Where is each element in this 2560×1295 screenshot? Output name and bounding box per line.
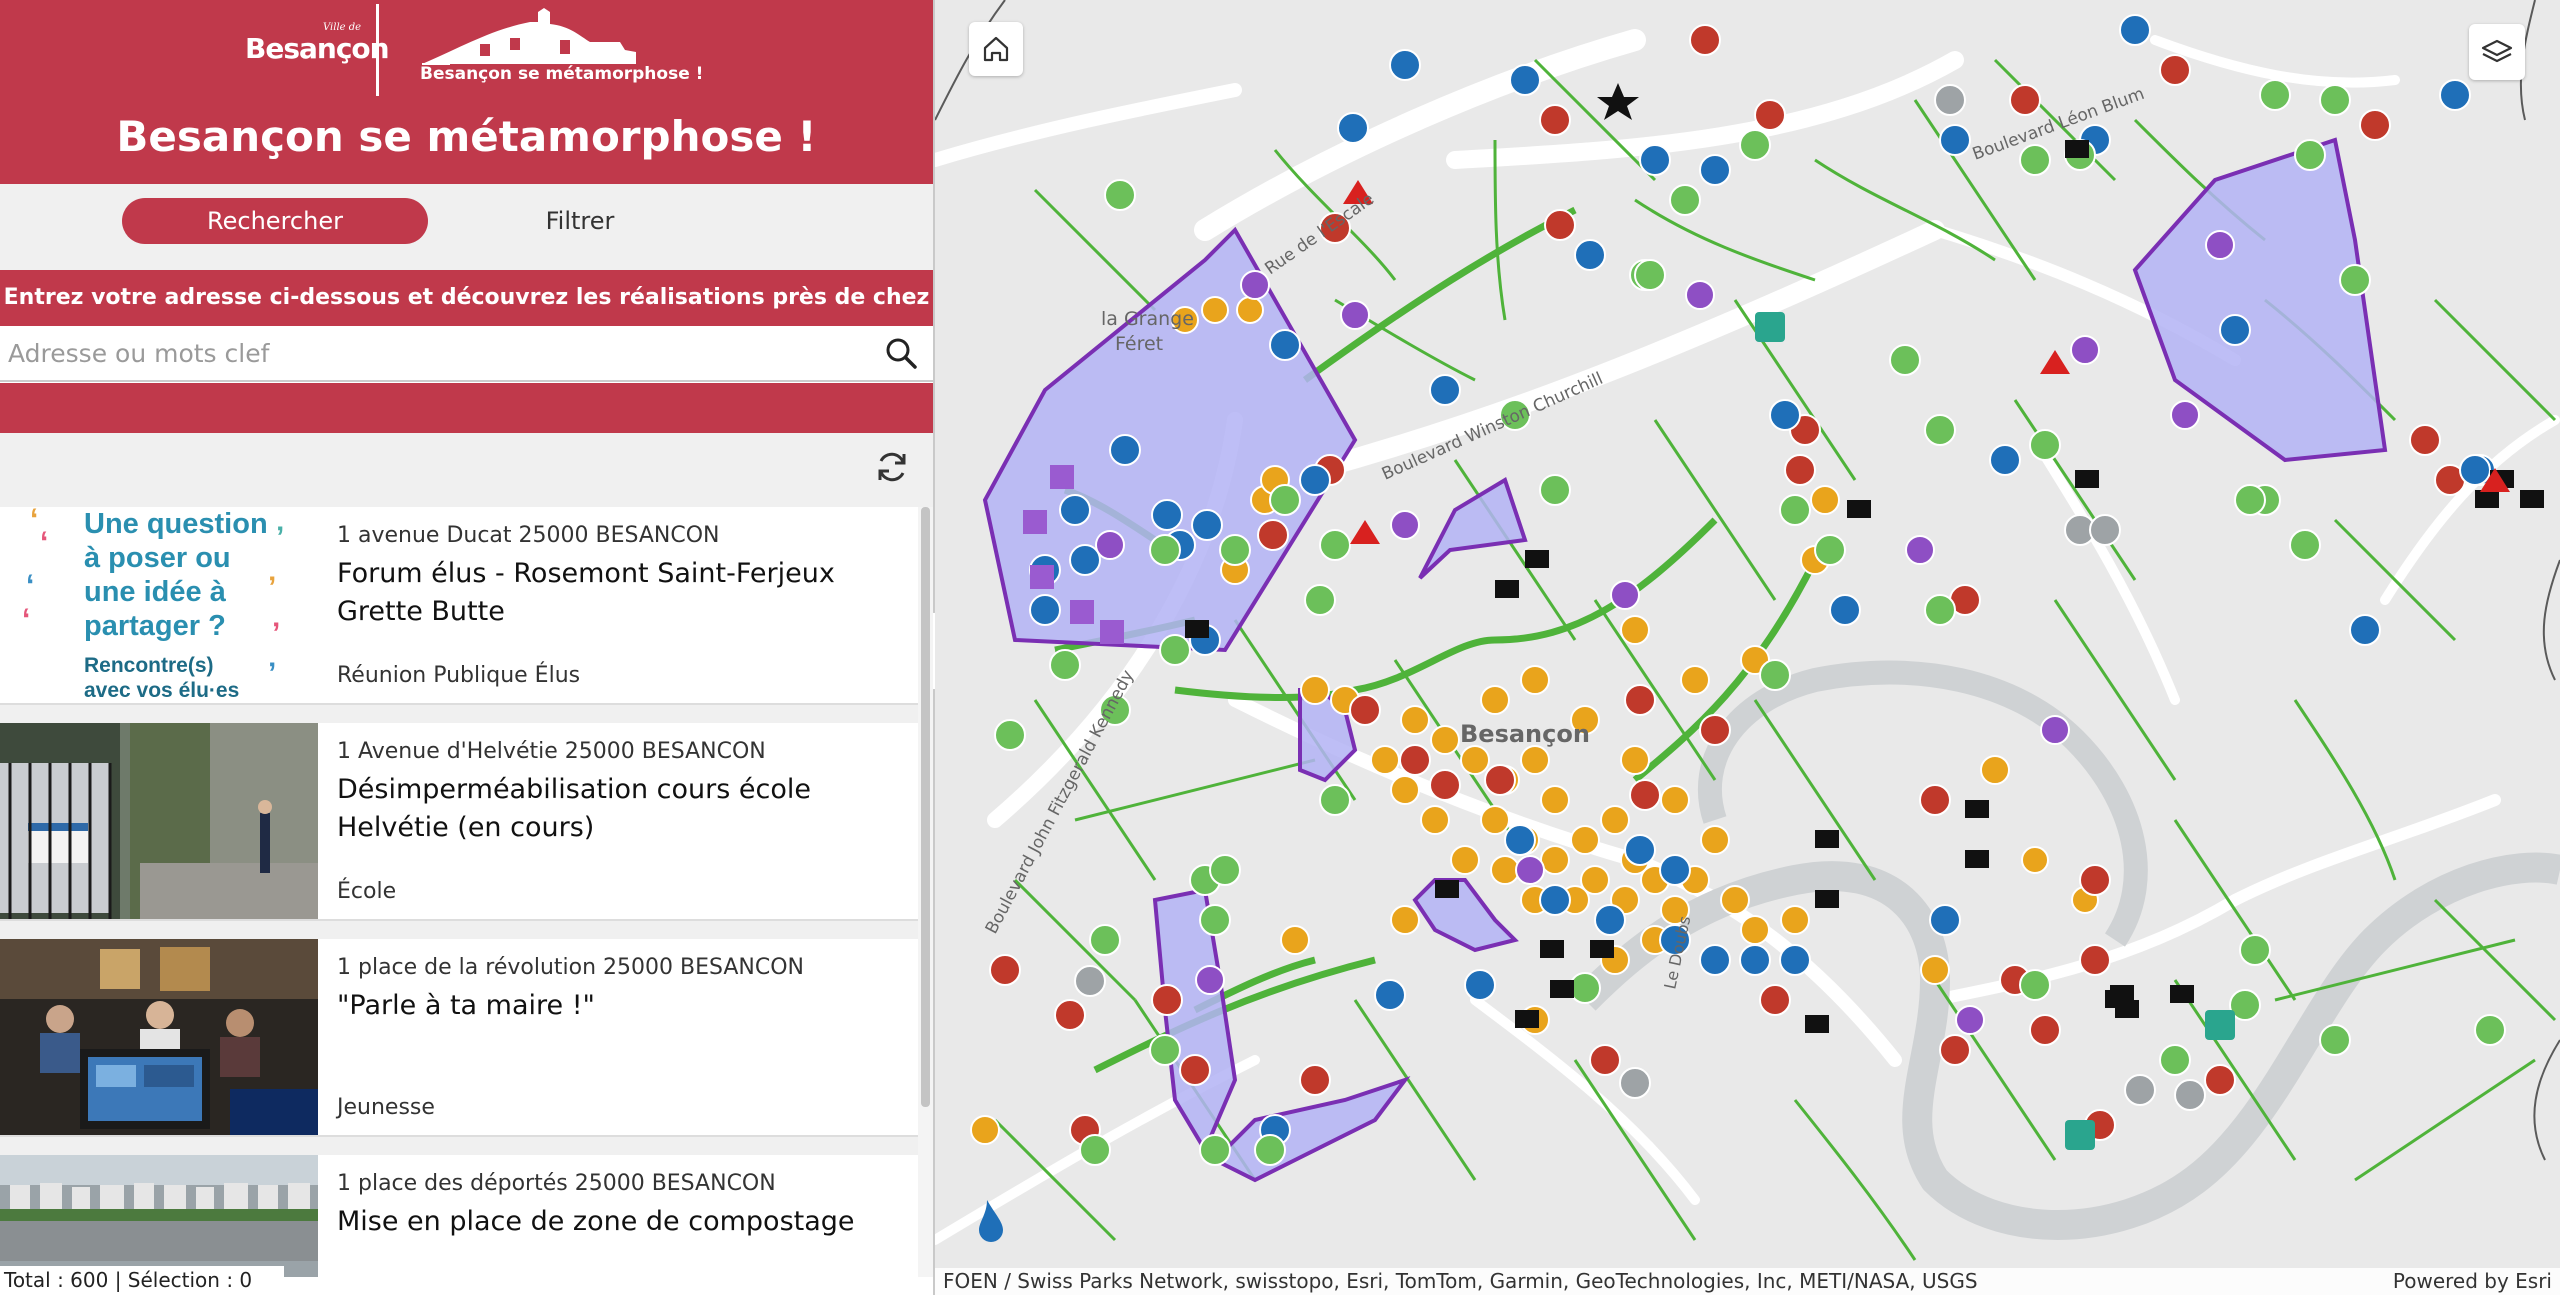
map-view[interactable]: la Grange Féret Besançon Rue de l'Escale…	[935, 0, 2560, 1295]
zone-centre-north[interactable]	[1418, 477, 1528, 580]
map-attribution: FOEN / Swiss Parks Network, swisstopo, E…	[935, 1268, 2560, 1295]
svg-text:’: ’	[272, 617, 280, 650]
svg-text:‘: ‘	[30, 507, 38, 536]
svg-text:‘: ‘	[26, 569, 34, 602]
result-address: 1 avenue Ducat 25000 BESANCON	[337, 523, 720, 548]
total-selection-footer: Total : 600 | Sélection : 0	[0, 1266, 284, 1295]
river-doubs	[1574, 852, 2560, 1240]
home-icon	[983, 36, 1009, 62]
svg-text:’: ’	[268, 657, 276, 690]
powered-by-esri[interactable]: Powered by Esri	[2393, 1268, 2552, 1295]
result-address: 1 place de la révolution 25000 BESANCON	[337, 955, 805, 980]
thumb1-line3: une idée à	[84, 576, 227, 608]
result-title[interactable]: Forum élus - Rosemont Saint-Ferjeux Gret…	[337, 555, 917, 631]
tab-bar: Rechercher Filtrer	[0, 184, 933, 270]
search-input[interactable]	[6, 332, 870, 374]
result-title[interactable]: "Parle à ta maire !"	[337, 987, 917, 1025]
thumb1-line2: à poser ou	[84, 542, 231, 574]
thumbnail-meeting-photo	[0, 939, 318, 1135]
label-boulevard-blum: Boulevard Léon Blum	[1970, 84, 2147, 165]
result-address: 1 Avenue d'Helvétie 25000 BESANCON	[337, 739, 766, 764]
result-title[interactable]: Mise en place de zone de compostage	[337, 1203, 917, 1241]
results-header-bar	[0, 383, 933, 433]
results-list: ‘ ‘ ‘ ‘ ’ ’ ’ ’ Une question à poser ou …	[0, 507, 918, 1277]
page-title: Besançon se métamorphose !	[116, 112, 817, 161]
home-button[interactable]	[969, 22, 1023, 76]
logo-divider	[376, 4, 379, 96]
logo-ville-name: Besançon	[245, 32, 390, 65]
label-besancon: Besançon	[1460, 720, 1590, 748]
thumb1-line1: Une question	[84, 508, 268, 540]
label-feret: Féret	[1115, 333, 1163, 355]
list-scrollbar[interactable]	[918, 507, 933, 1277]
thumb1-line4: partager ?	[84, 610, 226, 642]
tab-filter[interactable]: Filtrer	[430, 198, 730, 244]
refresh-icon[interactable]	[874, 449, 910, 485]
result-title[interactable]: Désimperméabilisation cours école Helvét…	[337, 771, 917, 847]
map-canvas[interactable]: la Grange Féret Besançon Rue de l'Escale…	[935, 0, 2560, 1295]
result-category: Jeunesse	[337, 1095, 435, 1120]
svg-text:’: ’	[276, 521, 284, 554]
search-bar	[0, 326, 933, 382]
star-icon[interactable]	[1597, 83, 1639, 120]
attribution-text: FOEN / Swiss Parks Network, swisstopo, E…	[943, 1269, 1978, 1293]
project-zones	[982, 137, 2388, 1183]
layers-button[interactable]	[2469, 24, 2525, 80]
search-icon[interactable]	[884, 336, 918, 370]
svg-text:‘: ‘	[22, 603, 30, 636]
svg-text:’: ’	[268, 571, 276, 604]
thumbnail-cemetery-photo	[0, 1155, 318, 1277]
skyline-icon	[422, 8, 636, 65]
list-item[interactable]: 1 place des déportés 25000 BESANCON Mise…	[0, 1155, 918, 1277]
result-address: 1 place des déportés 25000 BESANCON	[337, 1171, 776, 1196]
layers-icon	[2481, 39, 2513, 63]
side-panel: Ville de Besançon Besançon se métamorpho…	[0, 0, 935, 1295]
besancon-logo: Ville de Besançon	[245, 18, 390, 78]
list-item[interactable]: ‘ ‘ ‘ ‘ ’ ’ ’ ’ Une question à poser ou …	[0, 507, 918, 705]
refresh-row	[0, 433, 933, 507]
result-category: École	[337, 879, 397, 904]
label-rue-escale: Rue de l'Escale	[1261, 189, 1378, 279]
thumbnail-question-poster: ‘ ‘ ‘ ‘ ’ ’ ’ ’ Une question à poser ou …	[0, 507, 318, 703]
logo-meta-text: Besançon se métamorphose !	[420, 64, 704, 84]
list-item[interactable]: 1 place de la révolution 25000 BESANCON …	[0, 939, 918, 1137]
tab-search[interactable]: Rechercher	[122, 198, 428, 244]
scrollbar-thumb[interactable]	[921, 507, 930, 1107]
zone-battant[interactable]	[1412, 878, 1519, 953]
result-category: Réunion Publique Élus	[337, 663, 581, 688]
thumbnail-school-photo	[0, 723, 318, 919]
label-boulevard-churchill: Boulevard Winston Churchill	[1379, 369, 1606, 485]
list-item[interactable]: 1 Avenue d'Helvétie 25000 BESANCON Désim…	[0, 723, 918, 921]
label-la-grange: la Grange	[1101, 308, 1194, 330]
header: Ville de Besançon Besançon se métamorpho…	[0, 0, 933, 184]
metamorphose-logo: Besançon se métamorphose !	[420, 8, 703, 88]
svg-text:‘: ‘	[40, 526, 48, 559]
thumb1-line5: Rencontre(s)	[84, 654, 214, 677]
instruction-banner: Entrez votre adresse ci-dessous et décou…	[0, 270, 933, 366]
thumb1-line6: avec vos élu·es	[84, 679, 239, 702]
